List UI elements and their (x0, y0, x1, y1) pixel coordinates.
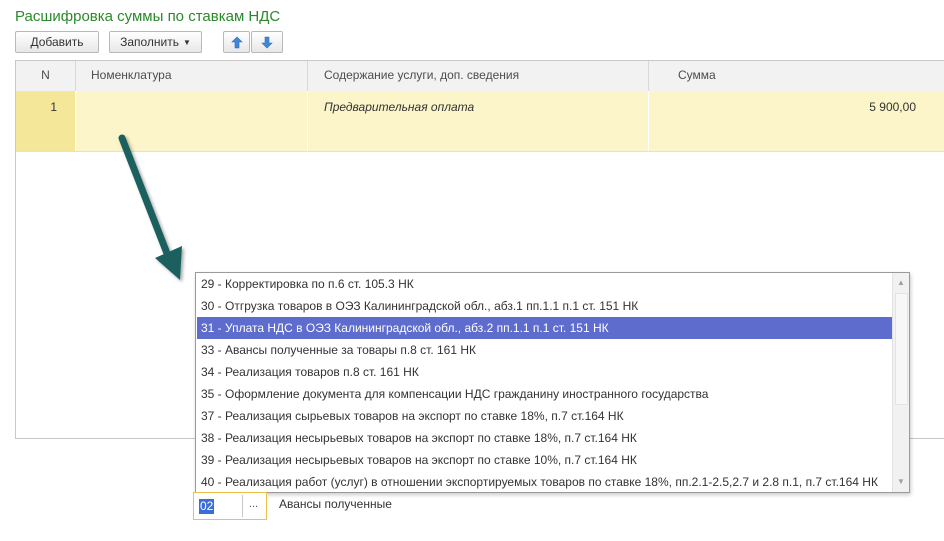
dropdown-item[interactable]: 30 - Отгрузка товаров в ОЭЗ Калининградс… (197, 295, 892, 317)
dropdown-item[interactable]: 34 - Реализация товаров п.8 ст. 161 НК (197, 361, 892, 383)
column-header-content[interactable]: Содержание услуги, доп. сведения (308, 61, 649, 91)
add-button[interactable]: Добавить (15, 31, 99, 53)
row-sum[interactable]: 5 900,00 (649, 91, 944, 151)
dropdown-item[interactable]: 35 - Оформление документа для компенсаци… (197, 383, 892, 405)
dropdown-item-selected[interactable]: 31 - Уплата НДС в ОЭЗ Калининградской об… (197, 317, 892, 339)
column-header-nomenclature[interactable]: Номенклатура (76, 61, 308, 91)
dropdown-item[interactable]: 40 - Реализация работ (услуг) в отношени… (197, 471, 892, 493)
dropdown-item[interactable]: 29 - Корректировка по п.6 ст. 105.3 НК (197, 273, 892, 295)
pointer-arrow-icon (118, 134, 182, 280)
move-down-button[interactable] (251, 31, 283, 53)
vat-code-description: Авансы полученные (279, 497, 392, 511)
dropdown-item[interactable]: 33 - Авансы полученные за товары п.8 ст.… (197, 339, 892, 361)
table-header: N Номенклатура Содержание услуги, доп. с… (16, 61, 944, 92)
scrollbar-thumb[interactable] (895, 293, 908, 405)
column-header-n[interactable]: N (16, 61, 76, 91)
select-button[interactable]: ... (242, 495, 264, 517)
dropdown-item[interactable]: 38 - Реализация несырьевых товаров на эк… (197, 427, 892, 449)
arrow-up-icon (230, 36, 243, 49)
vat-code-value[interactable]: 02 (199, 499, 215, 514)
fill-button-label: Заполнить (120, 35, 179, 49)
form-title: Расшифровка суммы по ставкам НДС (15, 8, 281, 25)
dropdown-scrollbar[interactable]: ▲ ▼ (892, 273, 909, 492)
chevron-down-icon: ▼ (183, 37, 191, 47)
vat-code-dropdown[interactable]: 29 - Корректировка по п.6 ст. 105.3 НК 3… (195, 272, 910, 493)
move-up-button[interactable] (223, 31, 250, 53)
arrow-down-icon (261, 36, 273, 49)
row-content[interactable]: Предварительная оплата (308, 91, 649, 151)
vat-code-input[interactable]: 02 ... (193, 492, 267, 520)
dropdown-item[interactable]: 39 - Реализация несырьевых товаров на эк… (197, 449, 892, 471)
row-number: 1 (16, 91, 76, 151)
column-header-sum[interactable]: Сумма (649, 61, 944, 91)
fill-button[interactable]: Заполнить ▼ (109, 31, 202, 53)
scroll-up-icon[interactable]: ▲ (893, 275, 909, 291)
scroll-down-icon[interactable]: ▼ (893, 474, 909, 490)
dropdown-item[interactable]: 37 - Реализация сырьевых товаров на эксп… (197, 405, 892, 427)
